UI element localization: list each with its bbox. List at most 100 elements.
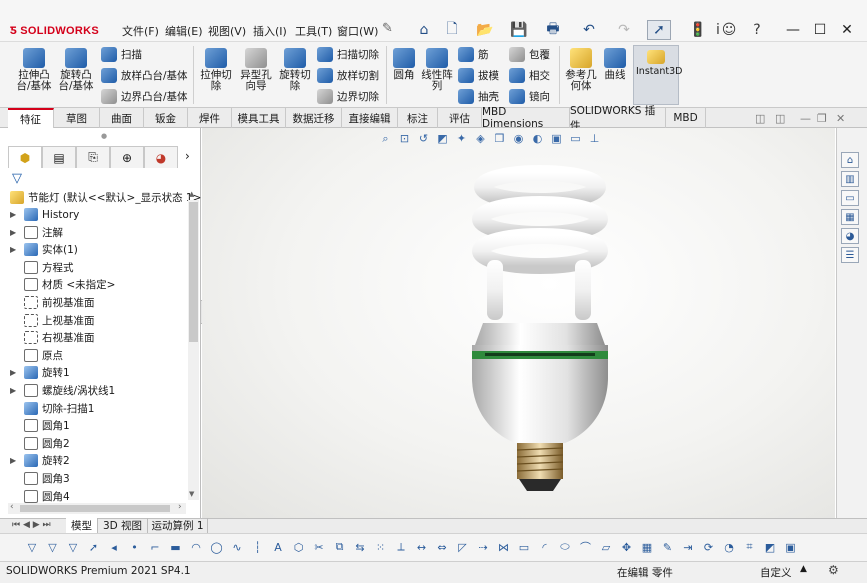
view-orientation-icon[interactable]: ◈ (473, 131, 488, 146)
rectangle-icon[interactable]: ▬ (168, 539, 184, 555)
doc-close-icon[interactable]: ✕ (836, 112, 845, 125)
polygon-icon[interactable]: ⬡ (291, 539, 307, 555)
zoom-to-fit-icon[interactable]: ⌕ (378, 131, 393, 146)
fillet-button[interactable]: 圆角 (390, 48, 418, 81)
point-icon[interactable]: • (127, 539, 143, 555)
tree-item[interactable]: 切除-扫描1 (10, 400, 94, 417)
custom-properties-icon[interactable]: ☰ (841, 247, 859, 263)
user-icon[interactable]: ☺ (717, 20, 741, 40)
tree-item[interactable]: 圆角1 (10, 417, 70, 434)
chamfer-icon[interactable]: ◸ (455, 539, 471, 555)
tab-sketch[interactable]: 草图 (54, 108, 100, 128)
section-view-icon[interactable]: ◩ (435, 131, 450, 146)
smart-dimension-icon[interactable]: ⇔ (434, 539, 450, 555)
doc-restore-icon[interactable]: ❐ (817, 112, 827, 125)
swept-cut-button[interactable]: 扫描切除 (317, 47, 379, 62)
tree-root[interactable]: 节能灯 (默认<<默认>_显示状态 1> (10, 189, 201, 206)
display-style-icon[interactable]: ❒ (492, 131, 507, 146)
reference-geometry-button[interactable]: 参考几 何体 (563, 48, 599, 92)
tab-direct-editing[interactable]: 直接编辑 (342, 108, 398, 128)
panel-grip-icon[interactable]: ● (101, 132, 107, 140)
appearances-scenes-icon[interactable]: ◕ (841, 228, 859, 244)
lofted-cut-button[interactable]: 放样切割 (317, 68, 379, 83)
wrap-button[interactable]: 包覆 (509, 47, 550, 62)
tab-sheet-metal[interactable]: 钣金 (144, 108, 188, 128)
tab-data-migration[interactable]: 数据迁移 (286, 108, 342, 128)
sketch-icon[interactable]: ✎ (660, 539, 676, 555)
instant3d-button[interactable]: Instant3D (633, 45, 682, 105)
triad-icon[interactable]: ⊥ (587, 131, 602, 146)
revolve-boss-button[interactable]: 旋转凸 台/基体 (56, 48, 96, 92)
curves-button[interactable]: 曲线 (601, 48, 629, 81)
select-other-icon[interactable]: ◂ (106, 539, 122, 555)
apply-scene-icon[interactable]: ▣ (549, 131, 564, 146)
slot-icon[interactable]: ▭ (516, 539, 532, 555)
tree-item[interactable]: 方程式 (10, 259, 74, 276)
dimension-icon[interactable]: ↔ (414, 539, 430, 555)
tree-horizontal-scroll-thumb[interactable] (20, 505, 170, 512)
boundary-cut-button[interactable]: 边界切除 (317, 89, 379, 104)
menu-window[interactable]: 窗口(W) (337, 23, 378, 39)
tab-mold-tools[interactable]: 模具工具 (232, 108, 286, 128)
nav-first-icon[interactable]: ⏮ ◀ ▶ ⏭ (12, 520, 51, 530)
relation-icon[interactable]: ⟂ (393, 539, 409, 555)
edit-appearance-icon[interactable]: ◐ (530, 131, 545, 146)
extrude-boss-button[interactable]: 拉伸凸 台/基体 (14, 48, 54, 92)
scroll-down-icon[interactable]: ▼ (189, 490, 194, 498)
measure-icon[interactable]: ⌗ (742, 539, 758, 555)
display-icon[interactable]: ▣ (783, 539, 799, 555)
tree-item[interactable]: ▶ 实体(1) (10, 241, 78, 258)
pin-icon[interactable]: ✎ (382, 21, 393, 36)
rebuild-icon[interactable]: ⟳ (701, 539, 717, 555)
feature-tree-tab[interactable]: ⬢ (8, 146, 42, 168)
menu-file[interactable]: 文件(F) (122, 23, 159, 39)
tab-surfaces[interactable]: 曲面 (100, 108, 144, 128)
print-icon[interactable]: 🖶 (541, 20, 565, 40)
hide-show-items-icon[interactable]: ◉ (511, 131, 526, 146)
tree-item[interactable]: 前视基准面 (10, 294, 95, 311)
close-button[interactable]: ✕ (834, 19, 860, 41)
trim-icon[interactable]: ✂ (311, 539, 327, 555)
menu-view[interactable]: 视图(V) (208, 23, 246, 39)
tab-3d-views[interactable]: 3D 视图 (98, 518, 148, 533)
menu-tools[interactable]: 工具(T) (295, 23, 332, 39)
tab-evaluate[interactable]: 评估 (438, 108, 482, 128)
configuration-manager-tab[interactable]: ⎘ (76, 146, 110, 168)
solidworks-logo[interactable]: ƽ SOLIDWORKS (10, 21, 99, 37)
draft-button[interactable]: 拔模 (458, 68, 499, 83)
undo-icon[interactable]: ↶ (577, 20, 601, 40)
tree-item[interactable]: 原点 (10, 347, 63, 364)
scroll-left-icon[interactable]: ‹ (10, 502, 14, 512)
circle-icon[interactable]: ◯ (209, 539, 225, 555)
panel-toggle-icon[interactable]: ◫ (755, 112, 765, 125)
home-icon[interactable]: ⌂ (412, 20, 436, 40)
tree-item[interactable]: 上视基准面 (10, 312, 95, 329)
redo-icon[interactable]: ↷ (612, 20, 636, 40)
line-icon[interactable]: ⌐ (147, 539, 163, 555)
maximize-button[interactable]: ☐ (807, 19, 833, 41)
tree-item[interactable]: ▶ History (10, 206, 79, 223)
file-explorer-icon[interactable]: ▭ (841, 190, 859, 206)
convert-icon[interactable]: ⇢ (475, 539, 491, 555)
minimize-button[interactable]: — (780, 19, 806, 41)
open-icon[interactable]: 📂 (473, 20, 497, 40)
filter-faces-icon[interactable]: ▽ (65, 539, 81, 555)
spline-icon[interactable]: ∿ (229, 539, 245, 555)
exit-sketch-icon[interactable]: ⇥ (680, 539, 696, 555)
tab-solidworks-addins[interactable]: SOLIDWORKS 插件 (570, 105, 666, 132)
revolve-cut-button[interactable]: 旋转切 除 (276, 48, 314, 92)
dimxpert-tab[interactable]: ⊕ (110, 146, 144, 168)
ellipse-icon[interactable]: ⬭ (557, 539, 573, 555)
tree-item[interactable]: ▶ 注解 (10, 224, 63, 241)
property-manager-tab[interactable]: ▤ (42, 146, 76, 168)
linear-pattern-button[interactable]: 线性阵 列 (419, 48, 455, 92)
tree-item[interactable]: ▶ 旋转2 (10, 452, 70, 469)
text-icon[interactable]: A (270, 539, 286, 555)
view-palette-icon[interactable]: ▦ (841, 209, 859, 225)
bulb-3d-model[interactable] (455, 165, 625, 500)
panel-expand-chevron-icon[interactable]: › (185, 149, 190, 163)
zoom-to-area-icon[interactable]: ⊡ (397, 131, 412, 146)
filter-icon[interactable]: ▽ (24, 539, 40, 555)
hole-wizard-button[interactable]: 异型孔 向导 (237, 48, 275, 92)
expand-arrow-icon[interactable]: ▶ (10, 456, 24, 465)
